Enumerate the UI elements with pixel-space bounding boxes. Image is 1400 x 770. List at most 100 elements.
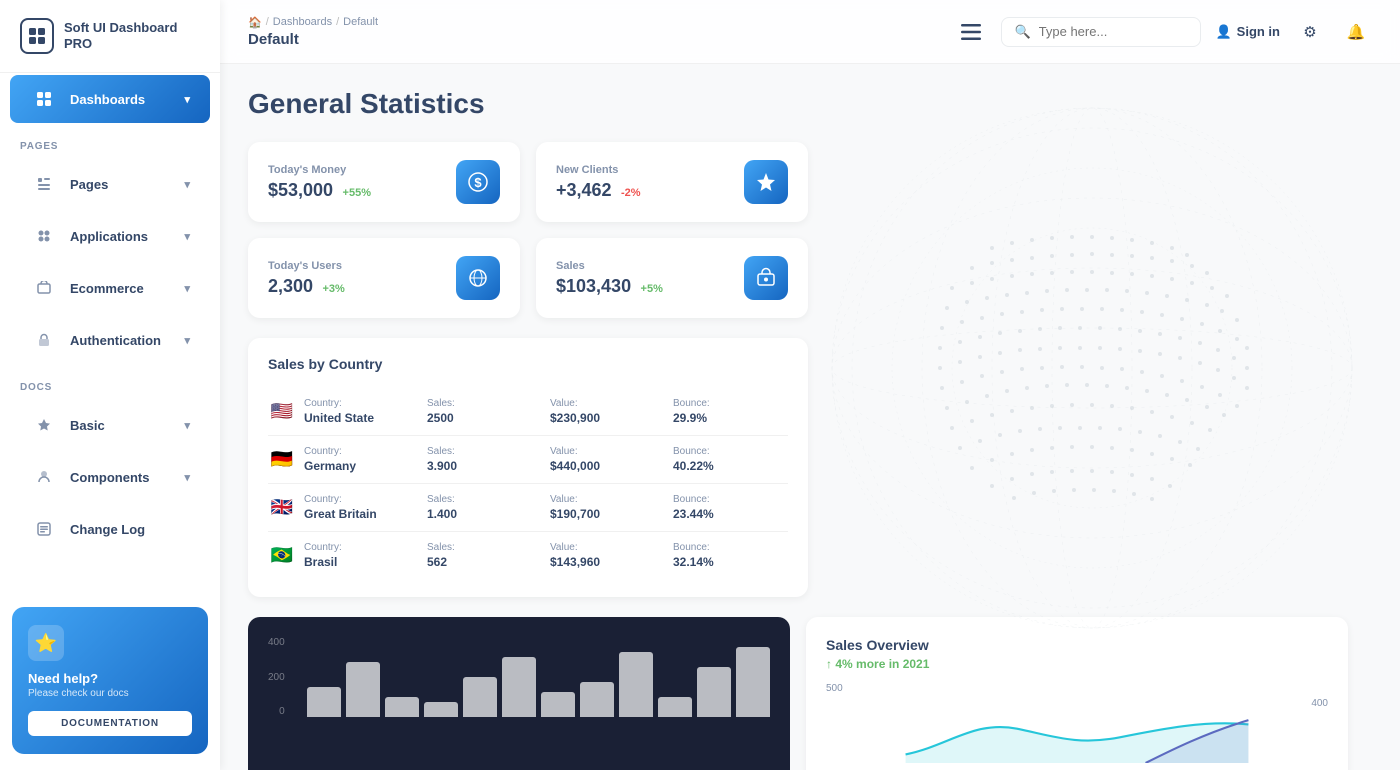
bar-group bbox=[697, 667, 731, 717]
authentication-icon bbox=[30, 326, 58, 354]
documentation-button[interactable]: DOCUMENTATION bbox=[28, 711, 192, 736]
bar-group bbox=[736, 647, 770, 717]
country-col-value-br: Value: $143,960 bbox=[550, 542, 665, 569]
sidebar-item-components[interactable]: Components ▾ bbox=[10, 453, 210, 501]
stat-card-sales: Sales $103,430 +5% bbox=[536, 238, 808, 318]
bar bbox=[424, 702, 458, 717]
sidebar-item-basic-label: Basic bbox=[70, 418, 172, 433]
country-col-bounce-de: Bounce: 40.22% bbox=[673, 446, 788, 473]
bar-group bbox=[580, 682, 614, 717]
bar bbox=[307, 687, 341, 717]
home-icon: 🏠 bbox=[248, 16, 262, 29]
basic-icon bbox=[30, 411, 58, 439]
chevron-down-icon: ▾ bbox=[184, 471, 190, 484]
stat-icon-money: $ bbox=[456, 160, 500, 204]
bar bbox=[619, 652, 653, 717]
stats-grid: Today's Money $53,000 +55% $ bbox=[248, 142, 808, 318]
sidebar-item-components-label: Components bbox=[70, 470, 172, 485]
chart-y-labels: 500 bbox=[826, 683, 1328, 694]
bar-group bbox=[307, 687, 341, 717]
user-icon: 👤 bbox=[1215, 24, 1231, 40]
bar bbox=[385, 697, 419, 717]
help-star-icon: ⭐ bbox=[28, 625, 64, 661]
help-subtitle: Please check our docs bbox=[28, 688, 192, 699]
stat-icon-clients bbox=[744, 160, 788, 204]
ecommerce-icon bbox=[30, 274, 58, 302]
bar-group bbox=[346, 662, 380, 717]
stat-info-clients: New Clients +3,462 -2% bbox=[556, 164, 641, 201]
content-inner: /* dots rendered inline as circle elemen… bbox=[248, 88, 1372, 770]
components-icon bbox=[30, 463, 58, 491]
app-name: Soft UI Dashboard PRO bbox=[64, 20, 200, 51]
sidebar-item-pages[interactable]: Pages ▾ bbox=[10, 160, 210, 208]
page-title: General Statistics bbox=[248, 88, 1372, 120]
sidebar-item-ecommerce-label: Ecommerce bbox=[70, 281, 172, 296]
sidebar-item-ecommerce[interactable]: Ecommerce ▾ bbox=[10, 264, 210, 312]
sidebar-item-dashboards-label: Dashboards bbox=[70, 92, 172, 107]
sales-by-country-title: Sales by Country bbox=[268, 356, 788, 372]
flag-us: 🇺🇸 bbox=[268, 402, 296, 422]
sidebar-item-applications[interactable]: Applications ▾ bbox=[10, 212, 210, 260]
chevron-down-icon: ▾ bbox=[184, 93, 190, 106]
page-breadcrumb-title: Default bbox=[248, 31, 378, 48]
signin-button[interactable]: 👤 Sign in bbox=[1215, 24, 1280, 40]
stat-info-sales: Sales $103,430 +5% bbox=[556, 260, 663, 297]
country-col-name-de: Country: Germany bbox=[304, 446, 419, 473]
country-col-name-us: Country: United State bbox=[304, 398, 419, 425]
header-right: 🔍 👤 Sign in ⚙ 🔔 bbox=[947, 16, 1372, 48]
bar-group bbox=[502, 657, 536, 717]
hamburger-button[interactable] bbox=[955, 16, 987, 48]
svg-text:$: $ bbox=[474, 175, 482, 190]
sidebar-item-dashboards[interactable]: Dashboards ▾ bbox=[10, 75, 210, 123]
stat-icon-users bbox=[456, 256, 500, 300]
bar bbox=[697, 667, 731, 717]
dashboard-icon bbox=[30, 85, 58, 113]
stat-card-clients: New Clients +3,462 -2% bbox=[536, 142, 808, 222]
sidebar: Soft UI Dashboard PRO Dashboards ▾ PAGES… bbox=[0, 0, 220, 770]
applications-icon bbox=[30, 222, 58, 250]
search-input[interactable] bbox=[1039, 24, 1189, 39]
bar-group bbox=[619, 652, 653, 717]
line-chart: 500 400 bbox=[826, 683, 1328, 763]
chevron-down-icon: ▾ bbox=[184, 419, 190, 432]
sidebar-item-basic[interactable]: Basic ▾ bbox=[10, 401, 210, 449]
country-col-value-us: Value: $230,900 bbox=[550, 398, 665, 425]
sidebar-item-changelog-label: Change Log bbox=[70, 522, 190, 537]
sidebar-item-authentication-label: Authentication bbox=[70, 333, 172, 348]
pages-icon bbox=[30, 170, 58, 198]
stat-value-sales: $103,430 +5% bbox=[556, 276, 663, 297]
breadcrumb-dashboards: Dashboards bbox=[273, 16, 332, 28]
bar bbox=[736, 647, 770, 717]
settings-button[interactable]: ⚙ bbox=[1294, 16, 1326, 48]
notifications-button[interactable]: 🔔 bbox=[1340, 16, 1372, 48]
sidebar-item-pages-label: Pages bbox=[70, 177, 172, 192]
stat-label-money: Today's Money bbox=[268, 164, 371, 176]
search-icon: 🔍 bbox=[1014, 24, 1030, 40]
stat-label-sales: Sales bbox=[556, 260, 663, 272]
country-col-name-gb: Country: Great Britain bbox=[304, 494, 419, 521]
flag-br: 🇧🇷 bbox=[268, 546, 296, 566]
overview-subtitle: ↑ 4% more in 2021 bbox=[826, 657, 1328, 671]
bar-group bbox=[385, 697, 419, 717]
table-row: 🇩🇪 Country: Germany Sales: 3.900 Value: … bbox=[268, 436, 788, 484]
bar-chart-card: 400 200 0 bbox=[248, 617, 790, 770]
country-col-sales-de: Sales: 3.900 bbox=[427, 446, 542, 473]
sidebar-item-changelog[interactable]: Change Log bbox=[10, 505, 210, 553]
line-chart-svg bbox=[826, 703, 1328, 763]
bar-chart-bars bbox=[307, 637, 770, 717]
country-col-bounce-gb: Bounce: 23.44% bbox=[673, 494, 788, 521]
bar-group bbox=[463, 677, 497, 717]
sidebar-item-authentication[interactable]: Authentication ▾ bbox=[10, 316, 210, 364]
table-row: 🇬🇧 Country: Great Britain Sales: 1.400 V… bbox=[268, 484, 788, 532]
changelog-icon bbox=[30, 515, 58, 543]
country-col-name-br: Country: Brasil bbox=[304, 542, 419, 569]
search-box[interactable]: 🔍 bbox=[1001, 17, 1201, 47]
chevron-down-icon: ▾ bbox=[184, 282, 190, 295]
country-col-sales-us: Sales: 2500 bbox=[427, 398, 542, 425]
stat-label-users: Today's Users bbox=[268, 260, 345, 272]
sales-by-country-card: Sales by Country 🇺🇸 Country: United Stat… bbox=[248, 338, 808, 597]
logo-icon bbox=[20, 18, 54, 54]
stat-label-clients: New Clients bbox=[556, 164, 641, 176]
country-col-sales-br: Sales: 562 bbox=[427, 542, 542, 569]
country-col-value-gb: Value: $190,700 bbox=[550, 494, 665, 521]
